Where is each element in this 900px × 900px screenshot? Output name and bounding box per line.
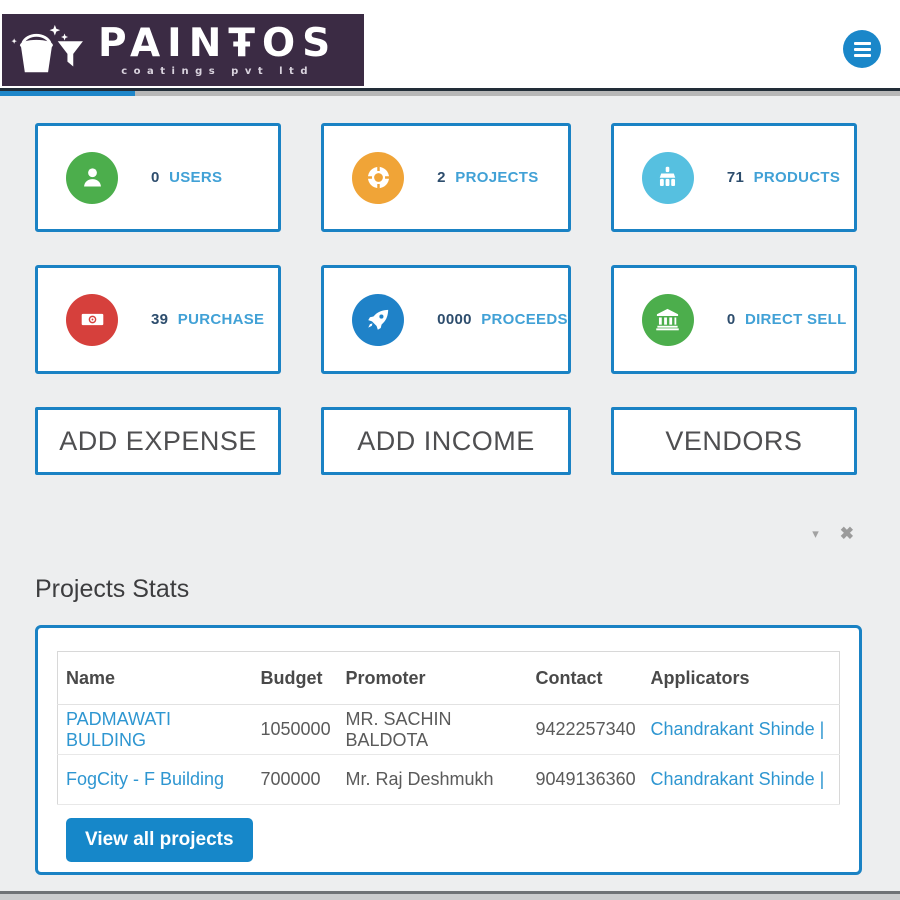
table-header-row: Name Budget Promoter Contact Applicators: [57, 651, 840, 705]
projects-stats-panel: Name Budget Promoter Contact Applicators…: [35, 625, 862, 875]
budget-column-header: Budget: [252, 651, 338, 705]
bank-icon: [656, 308, 680, 331]
promoter-column-header: Promoter: [337, 651, 528, 705]
paint-brush-icon: [660, 166, 676, 187]
hamburger-menu-button[interactable]: [843, 30, 881, 68]
widget-controls: ▾ ✖: [0, 522, 900, 546]
budget-cell: 700000: [252, 754, 338, 805]
add-expense-button[interactable]: ADD EXPENSE: [35, 407, 282, 475]
add-income-button[interactable]: ADD INCOME: [321, 407, 571, 475]
top-bar: PAINŦOS coatings pvt ltd: [0, 0, 900, 88]
bank-icon-circle: [641, 293, 694, 346]
life-ring-icon-circle: [352, 151, 405, 204]
project-name-link[interactable]: FogCity - F Building: [66, 769, 224, 789]
rocket-icon-circle: [352, 293, 405, 346]
promoter-cell: MR. SACHIN BALDOTA: [337, 704, 528, 755]
hamburger-icon: [853, 41, 871, 45]
users-count: 0: [151, 169, 160, 186]
paint-bucket-icon: [11, 24, 83, 73]
promoter-cell: Mr. Raj Deshmukh: [337, 754, 528, 805]
hamburger-icon: [853, 47, 871, 51]
stat-text: 2 PROJECTS: [437, 169, 538, 186]
window-bottom-edge-line: [0, 891, 900, 894]
brand-subtitle: coatings pvt ltd: [121, 65, 314, 77]
project-name-cell: FogCity - F Building: [57, 754, 253, 805]
projects-count: 2: [437, 169, 446, 186]
users-label: USERS: [169, 169, 223, 186]
stat-text: 71 PRODUCTS: [727, 169, 840, 186]
applicator-link[interactable]: Chandrakant Shinde |: [651, 719, 825, 739]
proceeds-count: 0000: [437, 311, 472, 328]
projects-table: Name Budget Promoter Contact Applicators…: [57, 651, 840, 805]
dashboard-page: PAINŦOS coatings pvt ltd 0 USERS 2 PROJE…: [0, 0, 900, 900]
brand-title: PAINŦOS: [98, 20, 338, 66]
table-row: FogCity - F Building 700000 Mr. Raj Desh…: [57, 754, 840, 805]
vendors-button[interactable]: VENDORS: [610, 407, 857, 475]
projects-label: PROJECTS: [455, 169, 539, 186]
stat-text: 0000 PROCEEDS: [437, 311, 568, 328]
user-icon-circle: [66, 151, 118, 204]
stat-card-projects[interactable]: 2 PROJECTS: [321, 123, 571, 232]
view-all-projects-button[interactable]: View all projects: [66, 818, 253, 862]
direct-sell-count: 0: [726, 311, 736, 328]
stat-text: 39 PURCHASE: [151, 311, 264, 328]
stats-grid: 0 USERS 2 PROJECTS 71 PRODUCTS 39 PURCHA…: [0, 96, 900, 475]
applicator-link[interactable]: Chandrakant Shinde |: [651, 769, 825, 789]
life-ring-icon: [367, 166, 389, 189]
main-content: 0 USERS 2 PROJECTS 71 PRODUCTS 39 PURCHA…: [0, 96, 900, 875]
products-count: 71: [726, 169, 745, 186]
contact-column-header: Contact: [527, 651, 643, 705]
applicators-cell: Chandrakant Shinde |: [642, 704, 840, 755]
contact-cell: 9422257340: [527, 704, 643, 755]
contact-cell: 9049136360: [527, 754, 643, 805]
purchase-count: 39: [151, 311, 169, 328]
table-row: PADMAWATI BULDING 1050000 MR. SACHIN BAL…: [57, 704, 840, 755]
stat-text: 0 DIRECT SELL: [727, 311, 847, 328]
brand-text: PAINŦOS coatings pvt ltd: [98, 20, 338, 77]
paint-brush-icon-circle: [641, 151, 694, 204]
window-bottom-edge: [0, 891, 900, 900]
brand-logo[interactable]: PAINŦOS coatings pvt ltd: [2, 14, 364, 86]
stat-card-users[interactable]: 0 USERS: [35, 123, 282, 232]
projects-stats-title: Projects Stats: [35, 575, 190, 603]
money-icon: [81, 313, 103, 326]
user-icon: [83, 168, 101, 187]
hamburger-icon: [853, 53, 871, 57]
collapse-icon[interactable]: ▾: [812, 526, 819, 542]
project-name-cell: PADMAWATI BULDING: [57, 704, 253, 755]
name-column-header: Name: [57, 651, 253, 705]
rocket-icon: [367, 309, 388, 330]
stat-card-proceeds[interactable]: 0000 PROCEEDS: [321, 265, 571, 374]
applicators-cell: Chandrakant Shinde |: [642, 754, 840, 805]
stat-text: 0 USERS: [151, 169, 222, 186]
stat-card-products[interactable]: 71 PRODUCTS: [610, 123, 857, 232]
money-icon-circle: [66, 293, 118, 346]
proceeds-label: PROCEEDS: [481, 311, 568, 328]
close-icon[interactable]: ✖: [840, 524, 854, 544]
products-label: PRODUCTS: [753, 169, 841, 186]
direct-sell-label: DIRECT SELL: [744, 311, 847, 328]
project-name-link[interactable]: PADMAWATI BULDING: [66, 709, 171, 750]
stat-card-direct-sell[interactable]: 0 DIRECT SELL: [610, 265, 857, 374]
budget-cell: 1050000: [252, 704, 338, 755]
applicators-column-header: Applicators: [642, 651, 840, 705]
purchase-label: PURCHASE: [177, 311, 265, 328]
stat-card-purchase[interactable]: 39 PURCHASE: [35, 265, 282, 374]
